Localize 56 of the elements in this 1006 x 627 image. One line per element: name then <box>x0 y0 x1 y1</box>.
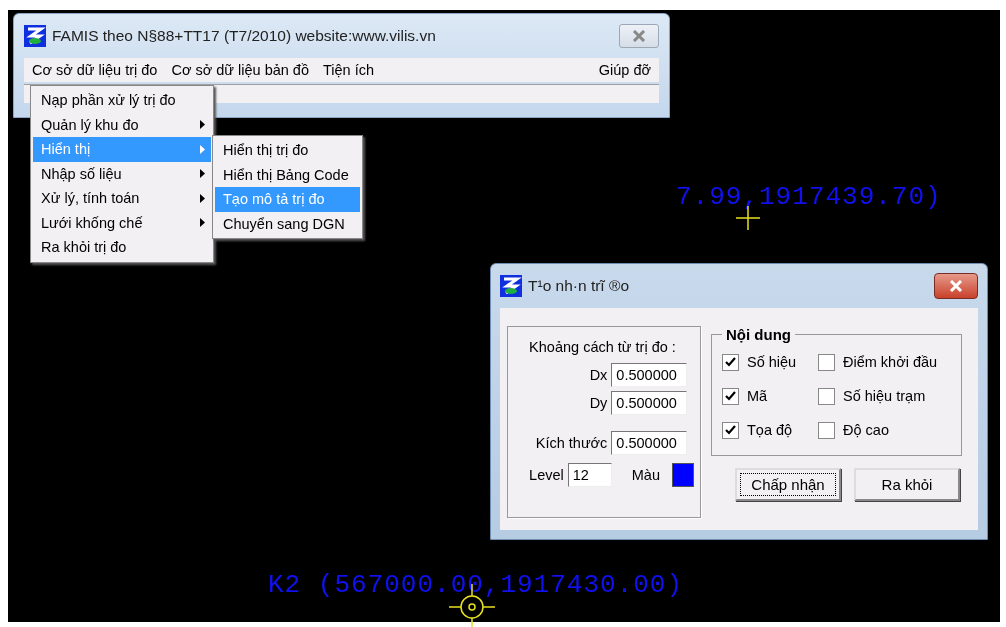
point-label: 7.99,1917439.70) <box>676 182 942 212</box>
app-logo-icon <box>24 25 46 47</box>
submenu-arrow-icon <box>200 193 205 203</box>
checkbox-label: Số hiệu trạm <box>843 388 926 404</box>
menu-item[interactable]: Hiển thị Bảng Code <box>215 162 360 187</box>
checkbox[interactable] <box>722 421 739 439</box>
menu-item[interactable]: Lưới khống chế <box>33 210 211 235</box>
menu-item[interactable]: Xử lý, tính toán <box>33 186 211 211</box>
field-label: Dy <box>589 395 608 411</box>
dx-field[interactable]: 0.500000 <box>611 363 688 387</box>
check-icon <box>725 425 736 435</box>
menu-item[interactable]: Ra khỏi trị đo <box>33 235 211 260</box>
close-icon <box>949 280 963 292</box>
menu-item[interactable]: Quản lý khu đo <box>33 112 211 137</box>
menu-item[interactable]: Giúp đỡ <box>598 62 651 78</box>
checkbox-label: Tọa độ <box>747 422 793 438</box>
menu-item[interactable]: Nạp phần xử lý trị đo <box>33 88 211 113</box>
submenu-arrow-icon <box>200 120 205 130</box>
field-label: Kích thước <box>535 435 608 451</box>
checkbox-label: Số hiệu <box>747 354 797 370</box>
window-title: FAMIS theo N§88+TT17 (T7/2010) website:www.vilis.vn <box>52 27 437 45</box>
group-label: Khoảng cách từ trị đo : <box>529 339 676 355</box>
size-field[interactable]: 0.500000 <box>611 431 688 455</box>
dialog-button[interactable]: Chấp nhận <box>735 468 841 501</box>
menu-item[interactable]: Cơ sở dữ liệu trị đo <box>32 62 158 78</box>
checkbox[interactable] <box>818 387 835 405</box>
level-field[interactable]: 12 <box>567 463 612 487</box>
checkbox-label: Mã <box>747 388 768 404</box>
close-icon <box>632 30 646 42</box>
menu-item[interactable]: Cơ sở dữ liệu bản đồ <box>171 62 309 78</box>
checkbox[interactable] <box>818 421 835 439</box>
checkbox-label: Điểm khởi đầu <box>843 354 938 370</box>
checkbox-label: Độ cao <box>843 422 889 438</box>
color-swatch[interactable] <box>672 463 694 487</box>
check-icon <box>725 391 736 401</box>
menu-item[interactable]: Hiển thị trị đo <box>215 138 360 163</box>
field-label: Màu <box>631 467 660 483</box>
dy-field[interactable]: 0.500000 <box>611 391 688 415</box>
checkbox[interactable] <box>722 353 739 371</box>
close-button[interactable] <box>934 273 978 299</box>
submenu-arrow-icon <box>200 169 205 179</box>
menu-item[interactable]: Nhập số liệu <box>33 161 211 186</box>
group-title: Nội dung <box>725 326 792 343</box>
submenu-arrow-icon <box>200 218 205 228</box>
submenu-arrow-icon <box>200 144 205 154</box>
dialog-title: T¹o nh·n trĩ ®o <box>528 277 630 295</box>
dialog-button[interactable]: Ra khỏi <box>854 468 960 501</box>
checkbox[interactable] <box>722 387 739 405</box>
field-label: Dx <box>589 367 608 383</box>
menu-item[interactable]: Tiện ích <box>323 62 375 78</box>
app-logo-icon <box>500 275 522 297</box>
check-icon <box>725 357 736 367</box>
point-label: K2 (567000.00,1917430.00) <box>268 570 684 600</box>
field-label: Level <box>529 467 564 483</box>
checkbox[interactable] <box>818 353 835 371</box>
menu-item[interactable]: Chuyển sang DGN <box>215 211 360 236</box>
